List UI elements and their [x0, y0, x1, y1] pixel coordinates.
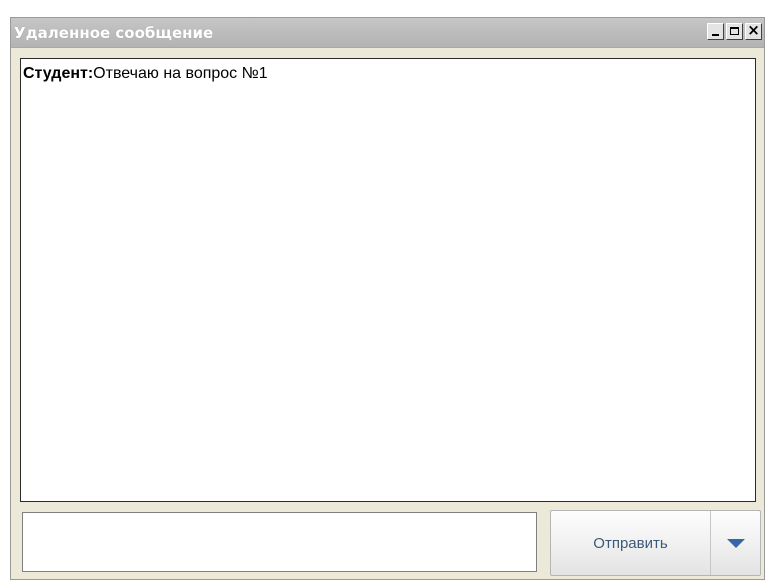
- message-author: Студент:: [23, 65, 94, 82]
- maximize-button[interactable]: [726, 23, 743, 40]
- chat-message: Студент:Отвечаю на вопрос №1: [23, 65, 753, 83]
- message-text: Отвечаю на вопрос №1: [93, 65, 268, 82]
- send-button-group: Отправить: [550, 510, 761, 576]
- minimize-icon: [712, 34, 719, 36]
- message-window: Удаленное сообщение × Студент:Отвечаю на…: [10, 17, 765, 580]
- chevron-down-icon: [726, 538, 745, 548]
- send-options-dropdown[interactable]: [711, 511, 760, 575]
- maximize-icon: [730, 27, 739, 35]
- window-controls: ×: [705, 21, 762, 43]
- close-icon: ×: [747, 21, 760, 39]
- window-titlebar[interactable]: Удаленное сообщение ×: [11, 18, 764, 48]
- send-button[interactable]: Отправить: [551, 511, 711, 575]
- close-button[interactable]: ×: [745, 21, 762, 40]
- chat-history[interactable]: Студент:Отвечаю на вопрос №1: [20, 58, 756, 502]
- window-title: Удаленное сообщение: [14, 24, 214, 42]
- message-input[interactable]: [22, 512, 537, 572]
- minimize-button[interactable]: [707, 23, 724, 40]
